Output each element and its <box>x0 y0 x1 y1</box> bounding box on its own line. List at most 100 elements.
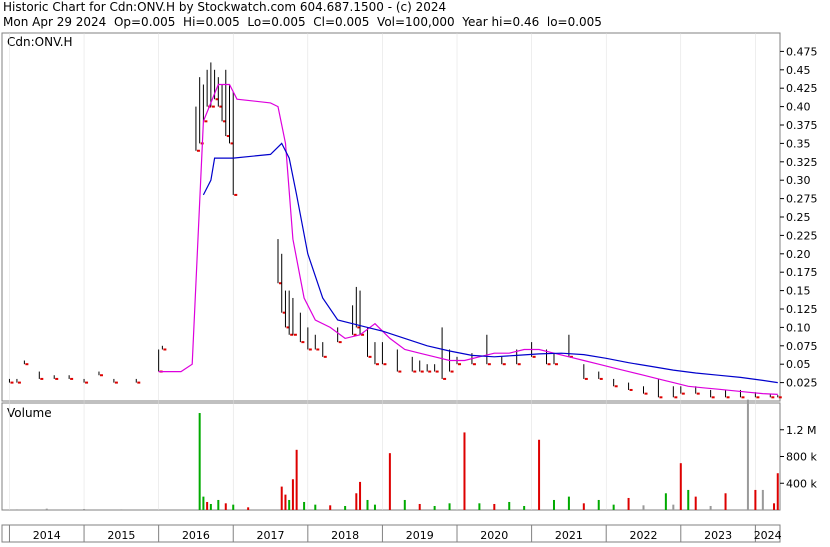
price-y-axis: 0.475 0.45 0.425 0.40 0.375 0.35 0.325 0.30 0.27… <box>780 45 818 390</box>
chart-svg: Cdn:ONV.H Volume 0.475 0.45 0.425 0.40 0.375… <box>1 32 818 543</box>
volume-bar <box>776 473 779 510</box>
price-close-marker <box>10 381 14 384</box>
chart-area: Cdn:ONV.H Volume 0.475 0.45 0.425 0.40 0.375… <box>0 0 830 547</box>
volume-bar <box>224 503 227 510</box>
price-close-marker <box>428 370 432 373</box>
price-y-tick-label: 0.325 <box>786 156 818 169</box>
volume-bar <box>773 503 776 510</box>
price-close-marker <box>458 363 462 366</box>
price-close-marker <box>211 105 215 108</box>
price-panel-frame <box>1 32 781 402</box>
price-close-marker <box>316 348 320 351</box>
volume-panel-title: Volume <box>7 406 52 420</box>
volume-bar <box>373 504 376 510</box>
price-close-marker <box>55 377 59 380</box>
price-close-marker <box>532 355 536 358</box>
volume-bar <box>433 505 436 510</box>
price-y-tick-label: 0.15 <box>786 285 811 298</box>
volume-bar <box>418 503 421 510</box>
volume-bar <box>709 505 712 510</box>
price-y-tick-label: 0.475 <box>786 45 818 58</box>
price-close-marker <box>25 363 29 366</box>
volume-bar <box>206 501 209 510</box>
price-close-marker <box>301 341 305 344</box>
volume-y-tick-label: 800 k <box>786 451 817 464</box>
price-close-marker <box>644 392 648 395</box>
price-y-tick-label: 0.25 <box>786 211 811 224</box>
year-label: 2021 <box>555 529 583 542</box>
volume-bar <box>597 499 600 510</box>
volume-bar <box>355 493 358 510</box>
price-close-marker <box>502 363 506 366</box>
volume-bar <box>612 504 615 510</box>
volume-bar <box>552 499 555 510</box>
price-close-marker <box>599 377 603 380</box>
price-y-tick-label: 0.375 <box>786 119 818 132</box>
price-close-marker <box>398 370 402 373</box>
price-y-tick-label: 0.025 <box>786 377 818 390</box>
year-label: 2014 <box>33 529 61 542</box>
moving-average-slow-line <box>202 142 778 384</box>
price-close-marker <box>40 377 44 380</box>
volume-y-tick-label: 1.2 M <box>786 424 816 437</box>
year-label: 2019 <box>406 529 434 542</box>
price-y-tick-label: 0.20 <box>786 248 811 261</box>
price-close-marker <box>368 355 372 358</box>
price-y-tick-label: 0.10 <box>786 321 811 334</box>
volume-bar <box>642 505 645 510</box>
year-label: 2022 <box>629 529 657 542</box>
volume-bar <box>314 504 317 510</box>
volume-bar <box>202 496 205 510</box>
volume-panel-frame <box>1 402 781 511</box>
price-bars <box>8 62 782 399</box>
volume-bar <box>15 509 18 510</box>
volume-bar <box>567 496 570 510</box>
price-close-marker <box>435 370 439 373</box>
volume-bar <box>672 504 675 510</box>
volume-bar <box>217 499 220 510</box>
volume-bar <box>388 453 391 510</box>
volume-bar <box>83 508 86 510</box>
volume-bar <box>679 463 682 510</box>
price-close-marker <box>472 363 476 366</box>
volume-bar <box>295 449 298 510</box>
volume-y-tick-label: 400 k <box>786 477 817 490</box>
volume-bar <box>303 501 306 510</box>
price-y-tick-label: 0.225 <box>786 229 818 242</box>
price-close-marker <box>547 363 551 366</box>
price-close-marker <box>375 363 379 366</box>
price-close-marker <box>17 381 21 384</box>
volume-bar <box>247 507 250 510</box>
volume-bar <box>198 413 201 510</box>
price-y-tick-label: 0.35 <box>786 137 811 150</box>
price-close-marker <box>659 396 663 399</box>
price-y-tick-label: 0.425 <box>786 82 818 95</box>
volume-bar <box>687 489 690 510</box>
price-y-tick-label: 0.40 <box>786 101 811 114</box>
volume-bar <box>329 505 332 510</box>
price-close-marker <box>443 377 447 380</box>
price-close-marker <box>196 149 200 152</box>
volume-bar <box>463 432 466 510</box>
volume-bar <box>448 503 451 510</box>
price-close-marker <box>413 370 417 373</box>
moving-average-fast-line <box>158 83 778 395</box>
volume-y-axis: 1.2 M 800 k 400 k <box>780 424 817 490</box>
moving-average-lines <box>158 83 778 395</box>
volume-bar <box>344 505 347 510</box>
price-close-marker <box>487 363 491 366</box>
volume-bar <box>627 497 630 510</box>
volume-bar <box>280 486 283 510</box>
price-close-marker <box>420 370 424 373</box>
year-label: 2023 <box>704 529 732 542</box>
volume-bar <box>284 494 287 510</box>
price-close-marker <box>629 388 633 391</box>
price-close-marker <box>338 341 342 344</box>
price-close-marker <box>163 348 167 351</box>
price-close-marker <box>711 396 715 399</box>
price-y-tick-label: 0.30 <box>786 174 811 187</box>
price-close-marker <box>674 396 678 399</box>
volume-bar <box>403 499 406 510</box>
price-close-marker <box>771 396 775 399</box>
year-label: 2016 <box>182 529 210 542</box>
